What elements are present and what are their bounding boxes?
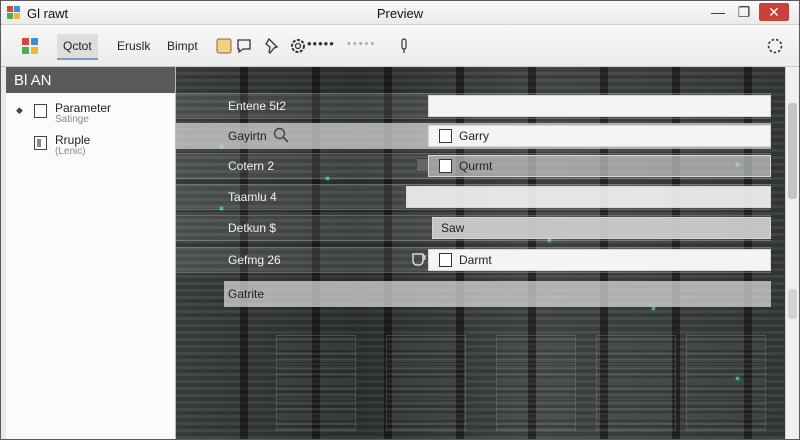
form-row: Cotern 2 Qurmt [176, 153, 771, 179]
vertical-scrollbar[interactable] [785, 67, 799, 439]
tab-eruslk[interactable]: Eruslk [111, 34, 156, 60]
row-field-value: Garry [459, 129, 489, 143]
row-checkbox-field[interactable]: Qurmt [428, 155, 771, 177]
probe-icon[interactable] [395, 37, 413, 55]
app-window: Gl rawt Preview — ❐ ✕ Qctot Eruslk Bimpt [0, 0, 800, 440]
row-label: Cotern 2 [228, 159, 275, 173]
left-panel: Bl AN ◆ Parameter Satinge Rruple (Lenic) [6, 67, 176, 439]
cup-icon[interactable] [410, 250, 428, 268]
more-dots[interactable]: ••••• [307, 36, 335, 51]
tab-bimpt[interactable]: Bimpt [161, 34, 204, 60]
row-input[interactable] [428, 95, 771, 117]
scrollbar-thumb-secondary[interactable] [788, 289, 797, 319]
speech-bubble-icon[interactable] [235, 37, 253, 55]
tree-item-label: Parameter [55, 101, 112, 115]
row-input[interactable]: Saw [432, 217, 771, 239]
form-row: Taamlu 4 [176, 184, 771, 210]
row-checkbox[interactable] [439, 159, 452, 173]
title-bar[interactable]: Gl rawt Preview — ❐ ✕ [1, 1, 799, 25]
diamond-bullet-icon: ◆ [16, 105, 23, 115]
form-row: Gatrite [176, 281, 771, 307]
row-label: Entene 5t2 [228, 99, 287, 113]
form-row: Gayirtn Garry [176, 123, 771, 149]
row-label: Detkun $ [228, 221, 277, 235]
row-label: Taamlu 4 [228, 190, 277, 204]
row-checkbox[interactable] [439, 253, 452, 267]
row-input[interactable] [406, 186, 771, 208]
grid-app-icon[interactable] [21, 37, 39, 55]
rack-panel [386, 335, 466, 431]
pin-icon[interactable] [263, 37, 281, 55]
form-row: Gefmg 26 Darmt [176, 247, 771, 273]
tree-item-sublabel: Satinge [55, 114, 89, 125]
row-field-value: Qurmt [459, 159, 493, 173]
refresh-icon[interactable] [766, 37, 784, 55]
close-button[interactable]: ✕ [759, 3, 789, 21]
row-field-value: Saw [441, 221, 465, 235]
row-label: Gayirtn [228, 129, 267, 143]
faint-dots: ••••• [347, 38, 377, 50]
window-title: Preview [376, 6, 424, 21]
row-band [224, 281, 771, 307]
search-icon[interactable] [272, 126, 290, 144]
minimize-button[interactable]: — [705, 3, 731, 21]
tree-checkbox[interactable] [34, 104, 47, 118]
note-icon[interactable] [215, 37, 233, 55]
left-panel-header: Bl AN [6, 67, 175, 93]
tab-qctot-label: Qctot [63, 39, 92, 53]
status-led [736, 377, 739, 380]
rack-panel [596, 335, 676, 431]
tree-item-parameter[interactable]: ◆ Parameter Satinge [6, 101, 174, 131]
maximize-button[interactable]: ❐ [731, 3, 757, 21]
scrollbar-thumb[interactable] [788, 103, 797, 199]
status-led [652, 307, 655, 310]
row-label: Gefmg 26 [228, 253, 281, 267]
rack-panel [276, 335, 356, 431]
form-row: Entene 5t2 [176, 93, 771, 119]
toolbar: Qctot Eruslk Bimpt ••••• ••••• [1, 25, 799, 67]
rack-panel [496, 335, 576, 431]
row-checkbox[interactable] [439, 129, 452, 143]
tree-checkbox[interactable] [34, 136, 47, 150]
form-row: Detkun $ Saw [176, 215, 771, 241]
tab-eruslk-label: Eruslk [117, 39, 151, 53]
tab-qctot[interactable]: Qctot [57, 34, 98, 60]
row-checkbox-field[interactable]: Darmt [428, 249, 771, 271]
tree-item-rruple[interactable]: Rruple (Lenic) [6, 133, 174, 163]
tab-bimpt-label: Bimpt [167, 39, 198, 53]
tree-item-label: Rruple [55, 133, 91, 147]
rack-panel [686, 335, 766, 431]
row-field-value: Darmt [459, 253, 492, 267]
tree-item-sublabel: (Lenic) [55, 146, 86, 157]
settings-gear-icon[interactable] [289, 37, 307, 55]
row-label: Gatrite [228, 287, 265, 301]
row-checkbox-field[interactable]: Garry [428, 125, 771, 147]
